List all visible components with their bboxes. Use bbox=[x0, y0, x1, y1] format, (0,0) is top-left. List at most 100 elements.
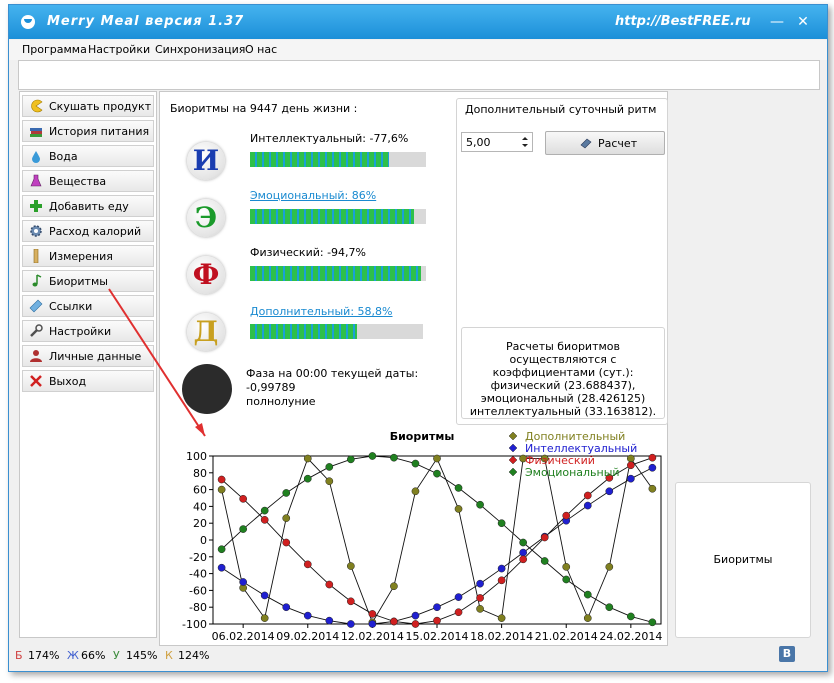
music-note-icon bbox=[32, 274, 42, 287]
close-icon[interactable]: ✕ bbox=[795, 14, 811, 30]
spinner-arrows-icon[interactable] bbox=[521, 135, 529, 149]
menu-settings[interactable]: Настройки bbox=[88, 43, 150, 56]
series-point bbox=[390, 453, 398, 462]
sidebar-item-water[interactable]: Вода bbox=[22, 145, 154, 167]
series-point bbox=[303, 560, 312, 569]
intellectual-letter-icon: И bbox=[187, 142, 225, 180]
series-point bbox=[282, 603, 291, 612]
moon-phase-value: -0,99789 bbox=[246, 381, 296, 394]
status-calories-letter: К bbox=[165, 649, 173, 662]
sidebar-item-history[interactable]: История питания bbox=[22, 120, 154, 142]
series-point bbox=[626, 474, 635, 483]
menu-program[interactable]: Программа bbox=[22, 43, 87, 56]
sidebar-item-biorhythms[interactable]: Биоритмы bbox=[22, 270, 154, 292]
sidebar-item-label: Добавить еду bbox=[49, 200, 129, 213]
physical-progress-bar bbox=[250, 266, 426, 281]
chart-title: Биоритмы bbox=[390, 430, 455, 443]
minimize-icon[interactable]: — bbox=[769, 14, 785, 30]
series-point bbox=[583, 501, 592, 510]
sidebar-item-personal[interactable]: Личные данные bbox=[22, 345, 154, 367]
series-point bbox=[476, 579, 484, 588]
series-point bbox=[411, 459, 420, 468]
series-point bbox=[260, 506, 269, 515]
series-point bbox=[217, 485, 226, 494]
sidebar-item-substances[interactable]: Вещества bbox=[22, 170, 154, 192]
plot-area bbox=[212, 455, 662, 625]
toolbar-area bbox=[18, 60, 820, 90]
app-logo-icon[interactable] bbox=[21, 15, 35, 29]
series-point bbox=[497, 519, 506, 528]
pacman-icon bbox=[31, 99, 43, 113]
sidebar-item-exit[interactable]: Выход bbox=[22, 370, 154, 392]
y-tick-label: -60 bbox=[189, 584, 207, 597]
emotional-label: Эмоциональный: 86% bbox=[250, 189, 377, 202]
series-point bbox=[605, 487, 614, 496]
y-tick-label: 80 bbox=[193, 467, 207, 480]
series-point bbox=[476, 500, 484, 509]
sidebar-item-measurements[interactable]: Измерения bbox=[22, 245, 154, 267]
sidebar-item-label: Ссылки bbox=[49, 300, 93, 313]
status-calories-value: 124% bbox=[178, 649, 210, 662]
sidebar-item-eat[interactable]: Скушать продукт bbox=[22, 95, 154, 117]
sidebar-item-label: Личные данные bbox=[49, 350, 142, 363]
status-carbs-value: 145% bbox=[126, 649, 158, 662]
series-point bbox=[476, 605, 484, 613]
additional-progress-bar bbox=[250, 324, 423, 339]
series-point bbox=[562, 511, 571, 520]
series-point bbox=[583, 590, 592, 599]
moon-phase-date: Фаза на 00:00 текущей даты: bbox=[246, 367, 419, 380]
wrench-icon bbox=[30, 324, 43, 337]
series-point bbox=[411, 620, 420, 628]
series-point bbox=[260, 614, 269, 622]
series-point bbox=[325, 477, 334, 486]
series-point bbox=[325, 580, 334, 589]
series-point bbox=[454, 505, 463, 513]
x-tick-label: 24.02.2014 bbox=[599, 630, 662, 642]
sidebar-item-label: Вода bbox=[49, 150, 78, 163]
sidebar-item-links[interactable]: Ссылки bbox=[22, 295, 154, 317]
y-tick-label: 100 bbox=[186, 450, 207, 463]
y-tick-label: -100 bbox=[182, 618, 207, 631]
status-protein-value: 174% bbox=[28, 649, 60, 662]
series-point bbox=[497, 564, 506, 573]
status-carbs-letter: У bbox=[113, 649, 120, 662]
additional-bar-fill bbox=[250, 324, 358, 339]
menu-about[interactable]: О нас bbox=[245, 43, 277, 56]
series-point bbox=[476, 594, 484, 602]
daily-rhythm-spinner[interactable]: 5,00 bbox=[461, 132, 533, 152]
sidebar-item-settings[interactable]: Настройки bbox=[22, 320, 154, 342]
status-protein-letter: Б bbox=[15, 649, 23, 662]
series-point bbox=[303, 474, 312, 483]
chart-legend: ДополнительныйИнтеллектуальныйФизический… bbox=[508, 430, 637, 479]
sidebar-item-add-food[interactable]: Добавить еду bbox=[22, 195, 154, 217]
menu-sync[interactable]: Синхронизация bbox=[155, 43, 245, 56]
legend-marker bbox=[508, 443, 518, 453]
series-point bbox=[346, 455, 355, 464]
series-point bbox=[303, 611, 312, 620]
biorhythm-panel: Биоритмы на 9447 день жизни : И Интеллек… bbox=[108, 91, 668, 646]
series-point bbox=[626, 612, 635, 621]
series-point bbox=[454, 484, 463, 492]
vk-icon[interactable]: B bbox=[779, 646, 795, 662]
series-point bbox=[346, 562, 355, 570]
menu-bar: Программа Настройки Синхронизация О нас bbox=[9, 40, 827, 60]
moon-phase-icon bbox=[182, 364, 232, 414]
daily-rhythm-title: Дополнительный суточный ритм bbox=[465, 103, 657, 116]
daily-rhythm-value[interactable]: 5,00 bbox=[466, 136, 491, 149]
sidebar-item-calories[interactable]: Расход калорий bbox=[22, 220, 154, 242]
series-point bbox=[282, 514, 291, 523]
sidebar-item-label: Биоритмы bbox=[49, 275, 108, 288]
series-point bbox=[519, 555, 528, 564]
biorhythm-button[interactable]: Биоритмы bbox=[675, 482, 811, 638]
calculate-button[interactable]: Расчет bbox=[545, 131, 665, 155]
series-point bbox=[368, 610, 377, 618]
y-tick-label: -20 bbox=[189, 551, 207, 564]
status-bar: Б 174% Ж 66% У 145% К 124% B bbox=[9, 643, 827, 671]
sidebar-item-label: Настройки bbox=[49, 325, 112, 338]
y-tick-label: 0 bbox=[200, 534, 207, 547]
app-window: Merry Meal версия 1.37 http://BestFREE.r… bbox=[8, 4, 828, 672]
gear-icon bbox=[30, 225, 42, 237]
series-point bbox=[626, 454, 635, 463]
books-icon bbox=[30, 128, 42, 137]
intellectual-bar-fill bbox=[250, 152, 390, 167]
